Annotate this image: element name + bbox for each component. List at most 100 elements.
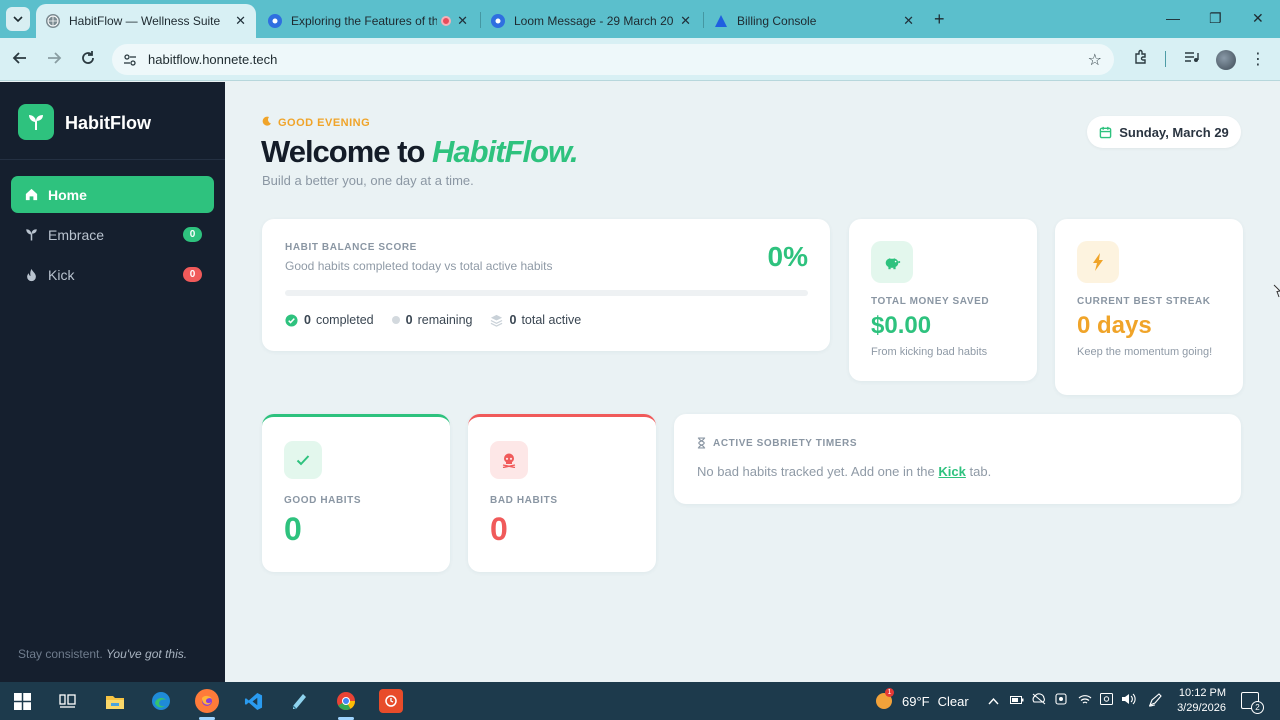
home-icon [23,187,39,203]
habit-balance-card: HABIT BALANCE SCORE Good habits complete… [262,219,830,351]
weather-widget[interactable]: 1 69°F Clear [876,688,969,709]
minimize-button[interactable]: — [1166,10,1180,26]
screen-capture-icon[interactable] [1100,693,1113,708]
notification-icon[interactable]: 2 [1241,692,1264,714]
battery-icon[interactable] [1010,693,1024,708]
balance-stats: 0 completed 0 remaining 0 total active [285,313,599,327]
tab-habitflow[interactable]: HabitFlow — Wellness Suite ✕ [36,4,256,38]
layers-icon [491,314,503,327]
chrome-icon[interactable] [334,689,358,713]
balance-percent: 0% [767,241,808,272]
tab-exploring[interactable]: Exploring the Features of th ✕ [258,4,478,38]
close-icon[interactable]: ✕ [903,13,914,29]
stat-total: 0 total active [490,313,581,327]
back-button[interactable] [12,50,28,71]
sidebar-item-label: Embrace [48,226,105,243]
sobriety-timers-card: ACTIVE SOBRIETY TIMERS No bad habits tra… [674,414,1241,504]
address-bar[interactable]: habitflow.honnete.tech ☆ [112,44,1114,75]
system-clock[interactable]: 10:12 PM 3/29/2026 [1170,686,1226,716]
vscode-icon[interactable] [241,689,265,713]
sidebar-divider [0,159,225,160]
dot-icon [391,316,400,324]
sidebar-footer: Stay consistent. You've got this. [18,647,187,661]
windows-start-icon[interactable] [10,689,34,713]
calendar-icon [1099,126,1112,139]
tab-loom[interactable]: Loom Message - 29 March 202 ✕ [481,4,701,38]
sidebar-item-kick[interactable]: Kick 0 [11,256,214,293]
site-settings-icon[interactable] [122,52,138,68]
stat-completed: 0 completed [285,313,374,327]
chevron-up-icon[interactable] [988,693,999,708]
count-badge: 0 [183,267,202,282]
no-sync-icon[interactable] [1032,693,1046,708]
screen-recorder-icon[interactable] [379,689,403,713]
footer-emphasis: You've got this. [106,647,188,661]
total-count: 0 [509,313,517,327]
media-control-icon[interactable] [1183,49,1199,70]
tab-title: Billing Console [737,14,817,28]
reload-icon [82,51,94,64]
close-icon[interactable]: ✕ [235,13,246,29]
edge-browser-icon[interactable] [149,689,173,713]
wifi-icon[interactable] [1078,693,1092,708]
temperature: 69°F [902,693,930,709]
chevron-down-icon [13,16,23,23]
sprout-logo-icon [18,104,54,140]
reload-button[interactable] [80,50,96,71]
profile-avatar[interactable] [1216,50,1236,70]
remaining-label: remaining [417,313,473,327]
page-title: Welcome to HabitFlow. [261,134,579,170]
tab-title: Exploring the Features of th [291,14,438,28]
kebab-menu-icon[interactable]: ⋮ [1250,49,1266,69]
close-icon[interactable]: ✕ [457,13,468,29]
weather-alert-badge: 1 [885,688,894,697]
url-text: habitflow.honnete.tech [148,52,278,67]
sprout-icon [23,227,39,243]
bad-habits-card[interactable]: BAD HABITS 0 [468,414,656,572]
notepad-icon[interactable] [287,689,311,713]
clock-time: 10:12 PM [1178,687,1226,699]
card-label: GOOD HABITS [284,495,362,506]
completed-label: completed [315,313,374,327]
good-habits-card[interactable]: GOOD HABITS 0 [262,414,450,572]
welcome-brand: HabitFlow. [432,134,579,169]
toolbar-separator [1165,51,1166,67]
volume-icon[interactable] [1121,693,1136,708]
message-suffix: tab. [969,464,992,479]
main-content: GOOD EVENING Welcome to HabitFlow. Build… [225,82,1280,682]
new-tab-button[interactable]: + [934,9,945,30]
firefox-icon[interactable] [195,689,219,713]
close-window-button[interactable]: ✕ [1252,10,1264,27]
moon-icon [262,116,272,129]
flame-icon [23,267,39,283]
date-pill: Sunday, March 29 [1087,116,1241,148]
sidebar-item-home[interactable]: Home [11,176,214,213]
tab-billing[interactable]: Billing Console ✕ [704,4,924,38]
restore-button[interactable]: ❐ [1209,10,1222,27]
page-subtitle: Build a better you, one day at a time. [262,173,474,188]
extensions-icon[interactable] [1133,49,1149,70]
file-explorer-icon[interactable] [103,689,127,713]
kick-tab-link[interactable]: Kick [938,464,965,479]
browser-toolbar: habitflow.honnete.tech ☆ ⋮ [0,38,1280,81]
money-value: $0.00 [871,312,932,339]
welcome-prefix: Welcome to [261,134,425,169]
star-icon[interactable]: ☆ [1088,50,1102,70]
card-label: TOTAL MONEY SAVED [871,296,990,307]
card-description: Good habits completed today vs total act… [285,259,553,273]
camera-icon[interactable] [1055,693,1067,708]
arrow-left-icon [12,52,26,64]
pen-icon[interactable] [1148,693,1162,710]
windows-taskbar: 1 69°F Clear 10:12 PM 3/29/2026 2 [0,682,1280,720]
hourglass-icon [697,437,706,449]
clock-date: 3/29/2026 [1177,702,1226,714]
tab-search-button[interactable] [6,7,30,31]
close-icon[interactable]: ✕ [680,13,691,29]
card-label: HABIT BALANCE SCORE [285,242,417,253]
check-icon [284,441,322,479]
card-label: BAD HABITS [490,495,558,506]
task-view-icon[interactable] [55,689,79,713]
sidebar-item-embrace[interactable]: Embrace 0 [11,216,214,253]
forward-button[interactable] [46,50,62,71]
arrow-right-icon [48,52,62,64]
